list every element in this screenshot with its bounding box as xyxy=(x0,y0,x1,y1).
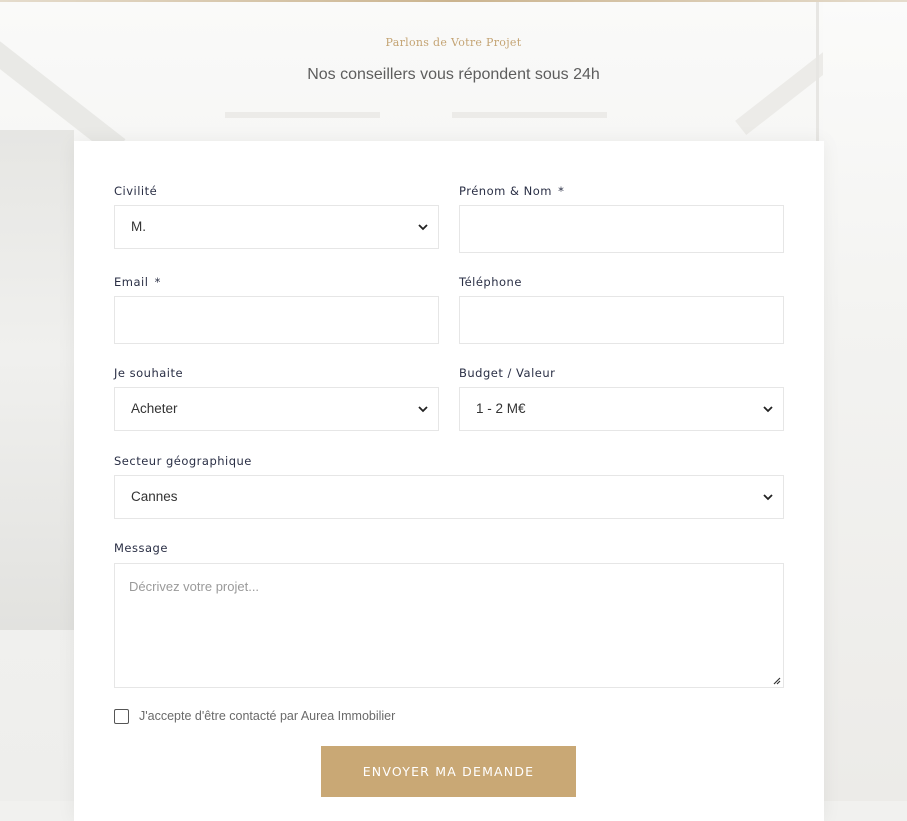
civility-label: Civilité xyxy=(114,184,158,198)
message-textarea[interactable]: Décrivez votre projet... xyxy=(114,563,784,688)
email-label: Email * xyxy=(114,275,161,289)
budget-label: Budget / Valeur xyxy=(459,366,556,380)
consent-label[interactable]: J'accepte d'être contacté par Aurea Immo… xyxy=(139,709,395,723)
submit-button[interactable]: ENVOYER MA DEMANDE xyxy=(321,746,576,797)
top-divider xyxy=(0,0,907,2)
section-subtitle: Nos conseillers vous répondent sous 24h xyxy=(307,66,600,83)
intent-label: Je souhaite xyxy=(114,366,184,380)
sector-label: Secteur géographique xyxy=(114,454,252,468)
phone-input[interactable] xyxy=(459,296,784,344)
contact-form-card: Civilité M. Prénom & Nom * Email * Télép… xyxy=(74,141,824,821)
name-input[interactable] xyxy=(459,205,784,253)
chevron-down-icon xyxy=(763,406,773,413)
name-label: Prénom & Nom * xyxy=(459,184,565,198)
intent-value: Acheter xyxy=(131,401,178,416)
chevron-down-icon xyxy=(418,406,428,413)
chevron-down-icon xyxy=(418,224,428,231)
message-placeholder: Décrivez votre projet... xyxy=(129,579,260,594)
message-label: Message xyxy=(114,541,168,555)
chevron-down-icon xyxy=(763,494,773,501)
budget-value: 1 - 2 M€ xyxy=(476,401,526,416)
resize-grip-icon[interactable] xyxy=(771,675,781,685)
consent-checkbox[interactable] xyxy=(114,709,129,724)
civility-value: M. xyxy=(131,219,146,234)
section-eyebrow: Parlons de Votre Projet xyxy=(385,36,522,49)
sector-value: Cannes xyxy=(131,489,178,504)
civility-select[interactable]: M. xyxy=(114,205,439,249)
email-input[interactable] xyxy=(114,296,439,344)
sector-select[interactable]: Cannes xyxy=(114,475,784,519)
phone-label: Téléphone xyxy=(459,275,522,289)
budget-select[interactable]: 1 - 2 M€ xyxy=(459,387,784,431)
intent-select[interactable]: Acheter xyxy=(114,387,439,431)
